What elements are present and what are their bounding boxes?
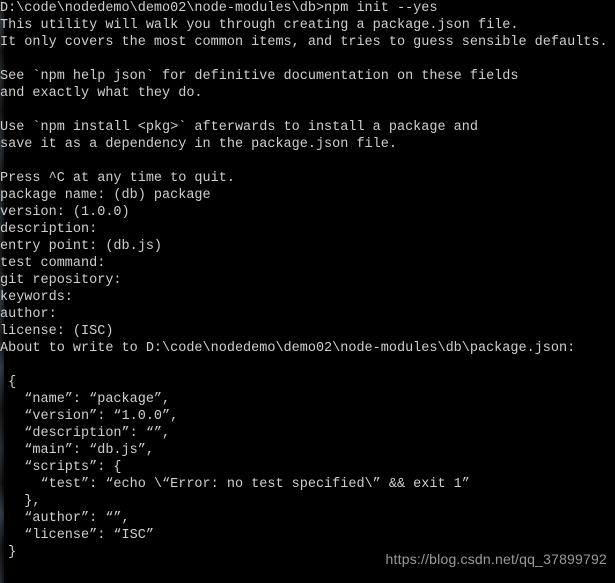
terminal-line: It only covers the most common items, an… (0, 35, 608, 50)
terminal-line: and exactly what they do. (0, 86, 203, 101)
terminal-line: package name: (db) package (0, 188, 211, 203)
terminal-line: author: (0, 307, 57, 322)
terminal-line: See `npm help json` for definitive docum… (0, 69, 519, 84)
terminal-line: About to write to D:\code\nodedemo\demo0… (0, 341, 576, 356)
watermark-url: https://blog.csdn.net/qq_37899792 (385, 551, 607, 567)
terminal-line: “scripts”: { (0, 460, 122, 475)
terminal-line: git repository: (0, 273, 122, 288)
terminal-line: test command: (0, 256, 106, 271)
terminal-line: “description”: “”, (0, 426, 171, 441)
terminal-line: license: (ISC) (0, 324, 114, 339)
terminal-line: Press ^C at any time to quit. (0, 171, 235, 186)
terminal-line: Use `npm install <pkg>` afterwards to in… (0, 120, 478, 135)
terminal-line: “version”: “1.0.0”, (0, 409, 179, 424)
terminal-line: This utility will walk you through creat… (0, 18, 519, 33)
terminal-line: D:\code\nodedemo\demo02\node-modules\db>… (0, 1, 438, 16)
terminal-line: { (0, 375, 17, 390)
terminal-line: “test”: “echo \“Error: no test specified… (0, 477, 470, 492)
terminal-line: }, (0, 494, 41, 509)
console-output[interactable]: D:\code\nodedemo\demo02\node-modules\db>… (0, 0, 615, 583)
terminal-line: “name”: “package”, (0, 392, 171, 407)
terminal-line: save it as a dependency in the package.j… (0, 137, 397, 152)
terminal-line: “author”: “”, (0, 511, 130, 526)
terminal-line: “license”: “ISC” (0, 528, 154, 543)
terminal-line: entry point: (db.js) (0, 239, 163, 254)
terminal-line: keywords: (0, 290, 73, 305)
terminal-line: description: (0, 222, 98, 237)
terminal-line: version: (1.0.0) (0, 205, 130, 220)
terminal-line: “main”: “db.js”, (0, 443, 154, 458)
terminal-window[interactable]: D:\code\nodedemo\demo02\node-modules\db>… (0, 0, 615, 583)
